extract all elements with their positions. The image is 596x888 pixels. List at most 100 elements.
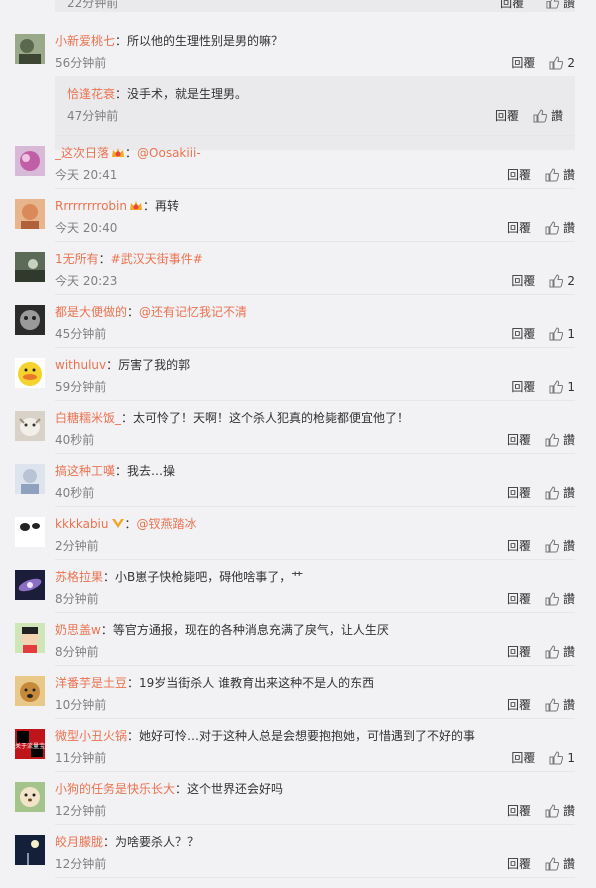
comment-line: 皎月朦胧：为啥要杀人？？ (55, 835, 200, 849)
user-name-link[interactable]: 恰逢花衰 (67, 87, 115, 101)
like-button[interactable]: 1 (549, 751, 575, 765)
avatar[interactable] (15, 623, 45, 653)
comment-time: 11分钟前 (55, 751, 107, 765)
reply-button[interactable]: 回覆 (495, 107, 519, 124)
avatar[interactable] (15, 358, 45, 388)
like-button[interactable]: 1 (549, 327, 575, 341)
user-name-link[interactable]: Rrrrrrrrrobin (55, 199, 127, 213)
like-button[interactable]: 讚 (533, 107, 563, 124)
reply-button[interactable]: 回覆 (511, 378, 535, 395)
reply-button[interactable]: 回覆 (507, 696, 531, 713)
user-name-link[interactable]: 奶思盖w (55, 623, 101, 637)
fragment-like-button[interactable]: 讚 (546, 0, 575, 10)
reply-button[interactable]: 回覆 (507, 537, 531, 554)
avatar[interactable] (15, 517, 45, 547)
like-button[interactable]: 讚 (545, 590, 575, 607)
reply-button[interactable]: 回覆 (507, 431, 531, 448)
like-count: 讚 (562, 645, 575, 659)
user-name-link[interactable]: 搞这种工嘆 (55, 464, 115, 478)
like-button[interactable]: 讚 (545, 802, 575, 819)
avatar[interactable] (15, 676, 45, 706)
mention-link[interactable]: @还有记忆我记不清 (139, 305, 247, 319)
user-name-link[interactable]: _这次日落 (55, 146, 109, 160)
avatar[interactable] (15, 464, 45, 494)
reply-button[interactable]: 回覆 (511, 54, 535, 71)
user-name-link[interactable]: 苏格拉果 (55, 570, 103, 584)
like-button[interactable]: 讚 (545, 166, 575, 183)
avatar[interactable] (15, 34, 45, 64)
like-button[interactable]: 讚 (545, 696, 575, 713)
like-button[interactable]: 讚 (545, 643, 575, 660)
user-name-link[interactable]: 皎月朦胧 (55, 835, 103, 849)
avatar[interactable] (15, 199, 45, 229)
topic-link[interactable]: #武汉天街事件# (111, 252, 203, 266)
avatar[interactable] (15, 252, 45, 282)
reply-button[interactable]: 回覆 (511, 749, 535, 766)
avatar[interactable] (15, 411, 45, 441)
comment-line: 小新爱桃七：所以他的生理性别是男的嘛？ (55, 34, 284, 48)
user-name-link[interactable]: 1无所有 (55, 252, 99, 266)
avatar[interactable]: 关于流量宝 (15, 729, 45, 759)
user-name-link[interactable]: kkkkabiu (55, 517, 109, 531)
comment-text: 没手术，就是生理男。 (127, 87, 248, 101)
comment-actions: 回覆 1 (511, 325, 575, 342)
user-name-link[interactable]: 小狗的任务是快乐长大 (55, 782, 175, 796)
like-count: 讚 (562, 804, 575, 818)
like-button[interactable]: 讚 (545, 431, 575, 448)
like-count: 1 (567, 379, 575, 394)
fragment-reply-button[interactable]: 回覆 (500, 0, 524, 10)
reply-button[interactable]: 回覆 (507, 855, 531, 872)
user-name-link[interactable]: 小新爱桃七 (55, 34, 115, 48)
reply-button[interactable]: 回覆 (507, 166, 531, 183)
user-name-link[interactable]: 白糖糯米饭_ (55, 411, 121, 425)
reply-button[interactable]: 回覆 (511, 272, 535, 289)
thumbs-up-icon (545, 220, 559, 234)
avatar-image (15, 464, 45, 494)
like-count: 讚 (550, 109, 563, 123)
reply-button[interactable]: 回覆 (507, 219, 531, 236)
like-count: 2 (567, 273, 575, 288)
thumbs-up-icon (549, 379, 564, 393)
like-count: 讚 (562, 539, 575, 553)
avatar[interactable] (15, 146, 45, 176)
comment-line: 洋番芋是土豆：19岁当街杀人 谁教育出来这种不是人的东西 (55, 676, 375, 690)
like-button[interactable]: 2 (549, 56, 575, 70)
comment-text: 我去…操 (127, 464, 176, 478)
avatar-image (15, 252, 45, 282)
like-count: 讚 (562, 698, 575, 712)
like-count: 2 (567, 55, 575, 70)
like-button[interactable]: 讚 (545, 484, 575, 501)
mention-link[interactable]: @Oosakiii- (137, 146, 201, 160)
like-button[interactable]: 讚 (545, 855, 575, 872)
user-name-link[interactable]: 洋番芋是土豆 (55, 676, 127, 690)
mention-link[interactable]: @钗燕踏冰 (137, 517, 197, 531)
reply-button[interactable]: 回覆 (507, 802, 531, 819)
comment-text: 她好可怜…对于这种人总是会想要抱抱她，可惜遇到了不好的事 (139, 729, 476, 743)
user-name-link[interactable]: withuluv (55, 358, 106, 372)
avatar-image (15, 782, 45, 812)
like-button[interactable]: 讚 (545, 537, 575, 554)
comment-text: 19岁当街杀人 谁教育出来这种不是人的东西 (139, 676, 375, 690)
like-count: 讚 (562, 433, 575, 447)
avatar-image (15, 305, 45, 335)
avatar[interactable] (15, 835, 45, 865)
comment-text: 所以他的生理性别是男的嘛？ (127, 34, 284, 48)
like-button[interactable]: 1 (549, 380, 575, 394)
comment-time: 56分钟前 (55, 56, 107, 70)
reply-button[interactable]: 回覆 (507, 590, 531, 607)
comment-actions: 回覆 2 (511, 54, 575, 71)
avatar[interactable] (15, 782, 45, 812)
avatar[interactable] (15, 570, 45, 600)
avatar-image (15, 146, 45, 176)
user-name-link[interactable]: 都是大便做的 (55, 305, 127, 319)
reply-button[interactable]: 回覆 (511, 325, 535, 342)
like-button[interactable]: 2 (549, 274, 575, 288)
thumbs-up-icon (545, 803, 559, 817)
reply-button[interactable]: 回覆 (507, 643, 531, 660)
like-button[interactable]: 讚 (545, 219, 575, 236)
user-name-link[interactable]: 微型小丑火锅 (55, 729, 127, 743)
avatar[interactable] (15, 305, 45, 335)
comment-time: 2分钟前 (55, 539, 99, 553)
reply-button[interactable]: 回覆 (507, 484, 531, 501)
comment-time: 59分钟前 (55, 380, 107, 394)
